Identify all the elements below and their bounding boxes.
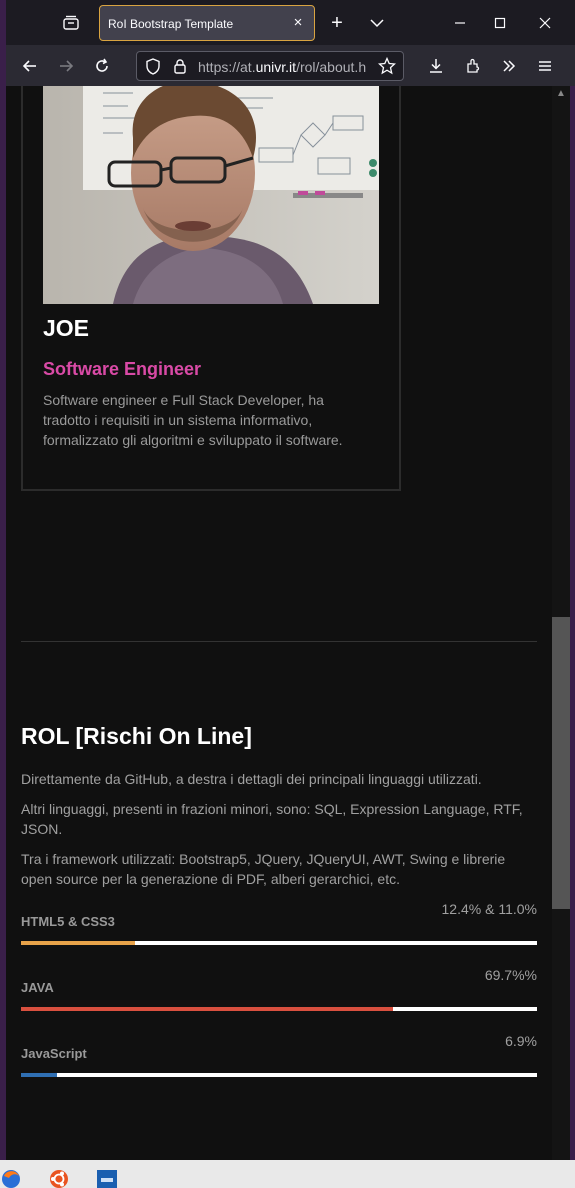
skill-value: 6.9% xyxy=(505,1033,537,1049)
scroll-up-icon[interactable]: ▲ xyxy=(555,88,567,99)
url-text: https://at.univr.it/rol/about.h xyxy=(198,59,366,75)
skill-progress-bar xyxy=(21,941,537,945)
url-bar[interactable]: https://at.univr.it/rol/about.h xyxy=(136,51,404,81)
skill-value: 69.7%% xyxy=(484,967,537,983)
ubuntu-icon[interactable] xyxy=(48,1168,70,1188)
skill-progress-bar xyxy=(21,1073,537,1077)
tab-list-icon[interactable] xyxy=(60,12,82,34)
skill-label: JavaScript xyxy=(21,1046,87,1061)
chevron-down-icon[interactable] xyxy=(368,14,386,32)
overflow-icon[interactable] xyxy=(499,56,519,76)
download-icon[interactable] xyxy=(426,56,446,76)
skill-value: 12.4% & 11.0% xyxy=(441,901,537,917)
skill-label: HTML5 & CSS3 xyxy=(21,914,115,929)
skill-progress-fill xyxy=(21,1007,393,1011)
skill-label: JAVA xyxy=(21,980,54,995)
section-paragraph: Tra i framework utilizzati: Bootstrap5, … xyxy=(21,851,506,887)
minimize-icon[interactable] xyxy=(450,13,470,33)
taskbar xyxy=(0,1160,575,1188)
page-content: JOE Software Engineer Software engineer … xyxy=(6,86,552,1160)
forward-arrow-icon[interactable] xyxy=(56,56,76,76)
window-edge xyxy=(570,86,575,1160)
window-close-icon[interactable] xyxy=(535,13,555,33)
person-description: Software engineer e Full Stack Developer… xyxy=(43,392,343,448)
section-paragraph: Altri linguaggi, presenti in frazioni mi… xyxy=(21,801,523,837)
maximize-icon[interactable] xyxy=(490,13,510,33)
tab-title: RoI Bootstrap Template xyxy=(108,17,234,31)
scrollbar-thumb[interactable] xyxy=(552,617,570,909)
person-role: Software Engineer xyxy=(43,359,202,379)
section-title: ROL [Rischi On Line] xyxy=(21,723,252,749)
scrollbar[interactable]: ▲ xyxy=(552,86,570,1160)
skill-progress-bar xyxy=(21,1007,537,1011)
back-arrow-icon[interactable] xyxy=(20,56,40,76)
person-name: JOE xyxy=(43,315,90,341)
section-divider xyxy=(21,641,537,642)
menu-icon[interactable] xyxy=(535,56,555,76)
url-prefix: https://at. xyxy=(198,59,256,75)
tab-bar: RoI Bootstrap Template × + xyxy=(6,0,575,46)
navigation-toolbar: https://at.univr.it/rol/about.h xyxy=(6,46,575,86)
profile-photo xyxy=(43,86,379,304)
lock-icon[interactable] xyxy=(173,58,187,80)
reload-icon[interactable] xyxy=(92,56,112,76)
skill-progress-fill xyxy=(21,941,135,945)
new-tab-icon[interactable]: + xyxy=(328,12,346,34)
close-icon[interactable]: × xyxy=(290,14,306,31)
app-icon[interactable] xyxy=(96,1168,118,1188)
skill-progress-fill xyxy=(21,1073,58,1077)
firefox-icon[interactable] xyxy=(0,1168,22,1188)
tab-active[interactable]: RoI Bootstrap Template × xyxy=(99,5,315,41)
url-host: univr.it xyxy=(255,59,297,75)
section-paragraph: Direttamente da GitHub, a destra i detta… xyxy=(21,771,482,787)
team-member-card: JOE Software Engineer Software engineer … xyxy=(21,86,401,491)
shield-icon[interactable] xyxy=(145,58,161,80)
url-path: /rol/about.h xyxy=(296,59,367,75)
star-icon[interactable] xyxy=(377,56,397,76)
extensions-icon[interactable] xyxy=(463,56,483,76)
